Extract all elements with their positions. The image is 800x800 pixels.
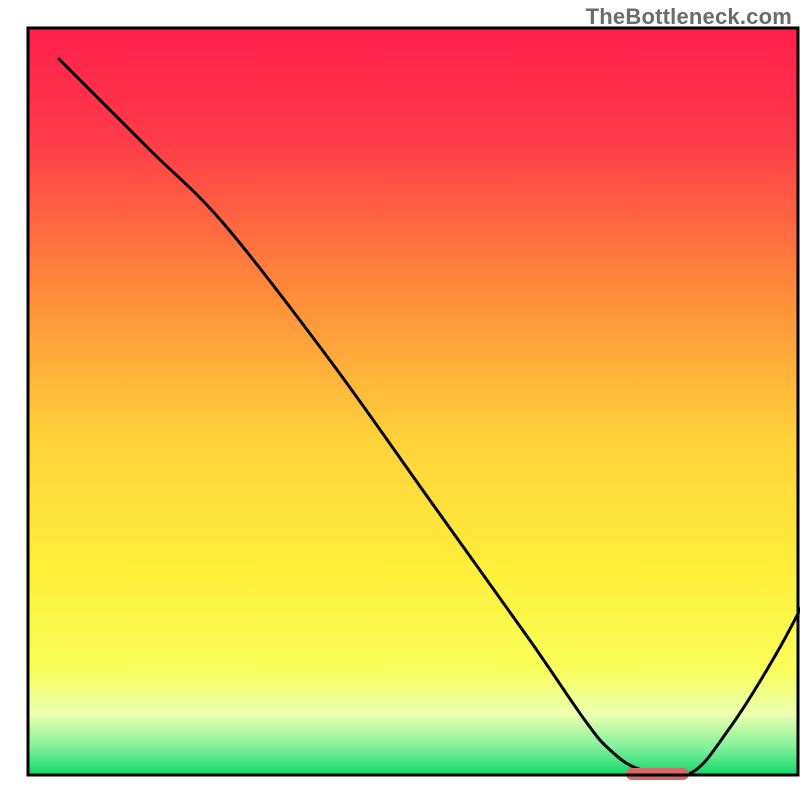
- watermark-text: TheBottleneck.com: [586, 4, 792, 30]
- bottleneck-chart: [0, 0, 800, 800]
- gradient-background: [29, 29, 797, 774]
- chart-stage: TheBottleneck.com: [0, 0, 800, 800]
